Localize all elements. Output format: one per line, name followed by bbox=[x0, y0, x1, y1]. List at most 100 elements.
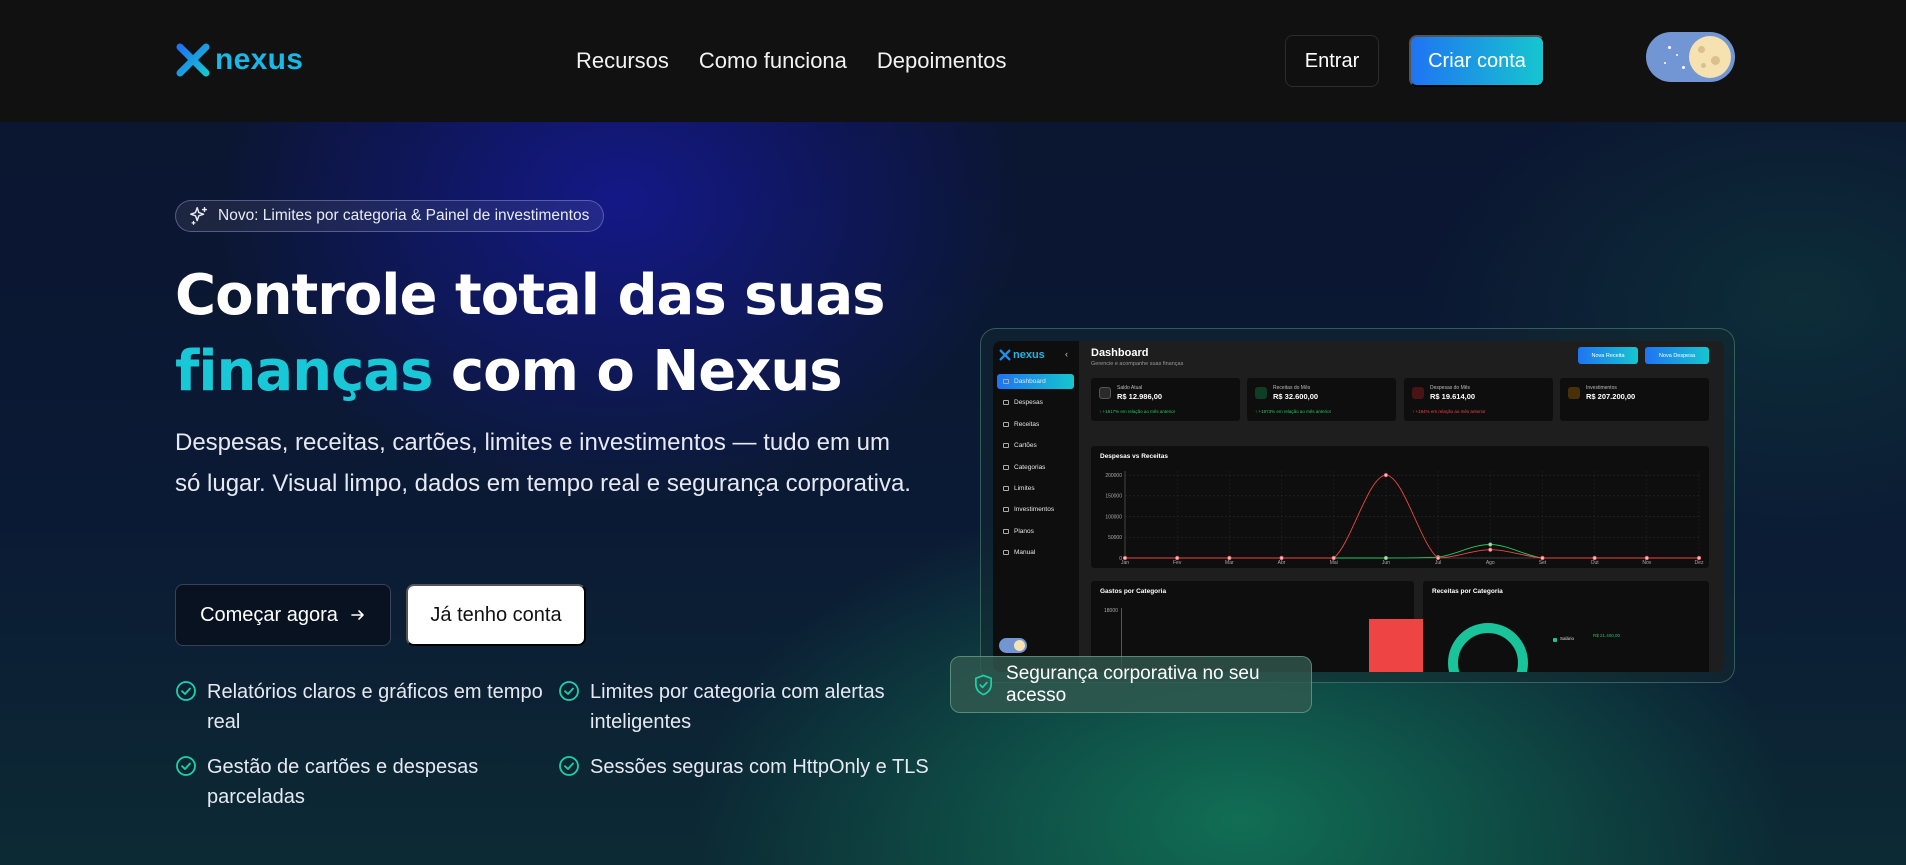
x-tick-label: Jun bbox=[1382, 560, 1390, 566]
category-income-panel: Receitas por Categoria Salário R$ 21.400… bbox=[1423, 581, 1709, 672]
security-toast: Segurança corporativa no seu acesso bbox=[950, 656, 1312, 713]
preview-logo-text: nexus bbox=[1013, 349, 1045, 361]
data-point-despesas bbox=[1279, 555, 1284, 561]
nexus-logo-icon bbox=[176, 43, 210, 77]
y-tick-label: 100000 bbox=[1105, 514, 1122, 520]
preview-nav-categorias: Categorias bbox=[997, 460, 1074, 475]
top-navbar: nexus Recursos Como funciona Depoimentos… bbox=[0, 0, 1906, 122]
get-started-label: Começar agora bbox=[200, 603, 338, 626]
data-point-despesas bbox=[1592, 555, 1597, 561]
data-point-despesas bbox=[1644, 555, 1649, 561]
card-value: R$ 32.600,00 bbox=[1273, 392, 1319, 401]
legend-swatch bbox=[1553, 638, 1557, 642]
data-point-despesas bbox=[1696, 555, 1702, 561]
x-tick-label: Ago bbox=[1486, 560, 1495, 566]
preview-nav-receitas: Receitas bbox=[997, 417, 1074, 432]
data-point-despesas bbox=[1331, 555, 1336, 561]
x-tick-label: Mar bbox=[1225, 560, 1234, 566]
card-value: R$ 19.614,00 bbox=[1430, 392, 1476, 401]
expenses-vs-income-chart: 050000100000150000200000Jan Fev Mar Abr Mai J… bbox=[1105, 471, 1704, 566]
card-label: Receitas do Mês bbox=[1273, 385, 1311, 391]
card-label: Saldo Atual bbox=[1117, 385, 1143, 391]
x-tick-label: Abr bbox=[1278, 560, 1286, 566]
preview-nav-dashboard: Dashboard bbox=[997, 374, 1074, 389]
check-circle-icon bbox=[559, 681, 579, 701]
coins-icon bbox=[1568, 387, 1580, 399]
preview-sidebar: nexus ‹ Dashboard Despesas Receitas Cart… bbox=[993, 341, 1079, 672]
brand-logo[interactable]: nexus bbox=[175, 42, 303, 78]
card-label: Investimentos bbox=[1586, 385, 1617, 391]
have-account-button[interactable]: Já tenho conta bbox=[406, 584, 586, 646]
preview-card-expense: Despesas do Mês R$ 19.614,00 ↑ +194% em … bbox=[1404, 378, 1553, 421]
data-point-receitas bbox=[1383, 555, 1389, 561]
hero-lead: Despesas, receitas, cartões, limites e i… bbox=[175, 429, 911, 497]
card-delta: ↑ +194% em relação ao mês anterior bbox=[1412, 409, 1486, 414]
star-icon bbox=[1676, 54, 1678, 56]
preview-nav-manual: Manual bbox=[997, 545, 1074, 560]
star-icon bbox=[1682, 66, 1685, 69]
nav-link-depoimentos[interactable]: Depoimentos bbox=[877, 48, 1007, 74]
star-icon bbox=[1668, 46, 1671, 49]
data-point-despesas bbox=[1383, 473, 1389, 478]
check-circle-icon bbox=[176, 681, 196, 701]
login-button[interactable]: Entrar bbox=[1285, 35, 1379, 87]
theme-toggle[interactable] bbox=[1646, 32, 1735, 82]
preview-new-expense-button: Nova Despesa bbox=[1645, 347, 1709, 364]
signup-button[interactable]: Criar conta bbox=[1409, 35, 1545, 87]
line-chart-panel: Despesas vs Receitas 0 50000 100000 150000 2… bbox=[1091, 446, 1709, 568]
trend-down-icon bbox=[1412, 387, 1424, 399]
preview-nav-planos: Planos bbox=[997, 524, 1074, 539]
x-tick-label: Out bbox=[1591, 560, 1600, 566]
card-delta: ↑ +1973% em relação ao mês anterior bbox=[1255, 409, 1332, 414]
feature-text: Sessões seguras com HttpOnly e TLS bbox=[590, 756, 929, 778]
x-tick-label: Jul bbox=[1435, 560, 1441, 566]
panel-title: Gastos por Categoria bbox=[1100, 588, 1167, 595]
check-circle-icon bbox=[559, 756, 579, 776]
y-tick-label: 150000 bbox=[1105, 494, 1122, 500]
axis-tick-label: 18000 bbox=[1104, 608, 1118, 614]
preview-logo: nexus bbox=[999, 349, 1045, 361]
data-point-despesas bbox=[1435, 555, 1441, 561]
x-tick-label: Fev bbox=[1173, 560, 1182, 566]
preview-card-income: Receitas do Mês R$ 32.600,00 ↑ +1973% em… bbox=[1247, 378, 1396, 421]
card-label: Despesas do Mês bbox=[1430, 385, 1471, 391]
preview-main: Dashboard Gerencie e acompanhe suas fina… bbox=[1079, 341, 1724, 672]
feature-text: Limites por categoria com alertas inteli… bbox=[590, 681, 885, 733]
data-point-despesas bbox=[1122, 555, 1128, 561]
preview-card-balance: Saldo Atual R$ 12.986,00 ↑ +1617% em rel… bbox=[1091, 378, 1240, 421]
nexus-logo-icon bbox=[999, 349, 1011, 361]
preview-nav-cartoes: Cartões bbox=[997, 438, 1074, 453]
feature-item: Relatórios claros e gráficos em tempo re… bbox=[175, 677, 545, 737]
nav-link-como-funciona[interactable]: Como funciona bbox=[699, 48, 847, 74]
series-line-despesas bbox=[1125, 474, 1699, 559]
card-delta: ↑ +1617% em relação ao mês anterior bbox=[1099, 409, 1176, 414]
shield-check-icon bbox=[975, 674, 993, 695]
collapse-chevron-icon[interactable]: ‹ bbox=[1065, 349, 1068, 359]
trend-up-icon bbox=[1255, 387, 1267, 399]
preview-nav-limites: Limites bbox=[997, 481, 1074, 496]
preview-title: Dashboard bbox=[1091, 347, 1149, 359]
wallet-icon bbox=[1099, 387, 1111, 399]
legend-value: R$ 21.400,00 bbox=[1593, 633, 1621, 638]
nav-links: Recursos Como funciona Depoimentos bbox=[576, 48, 1007, 74]
preview-nav-investimentos: Investimentos bbox=[997, 502, 1074, 517]
brand-name: nexus bbox=[215, 43, 304, 76]
y-tick-label: 200000 bbox=[1105, 473, 1122, 479]
card-value: R$ 12.986,00 bbox=[1117, 392, 1163, 401]
data-point-despesas bbox=[1540, 555, 1545, 561]
donut-chart bbox=[1448, 623, 1528, 672]
get-started-button[interactable]: Começar agora bbox=[175, 584, 391, 646]
moon-icon bbox=[1689, 36, 1731, 78]
nav-link-recursos[interactable]: Recursos bbox=[576, 48, 669, 74]
legend-label: Salário bbox=[1560, 636, 1575, 641]
dashboard-screen: nexus ‹ Dashboard Despesas Receitas Cart… bbox=[993, 341, 1724, 672]
data-point-despesas bbox=[1175, 555, 1180, 561]
panel-title: Receitas por Categoria bbox=[1432, 588, 1503, 595]
x-tick-label: Nov bbox=[1642, 560, 1651, 566]
feature-item: Sessões seguras com HttpOnly e TLS bbox=[558, 752, 938, 782]
preview-new-income-button: Nova Receita bbox=[1578, 347, 1638, 364]
hero-title-line2: com o Nexus bbox=[432, 339, 843, 404]
hero-title: Controle total das suas finanças com o N… bbox=[175, 258, 885, 410]
preview-card-investments: Investimentos R$ 207.200,00 bbox=[1560, 378, 1709, 421]
security-toast-text: Segurança corporativa no seu acesso bbox=[1006, 662, 1260, 706]
